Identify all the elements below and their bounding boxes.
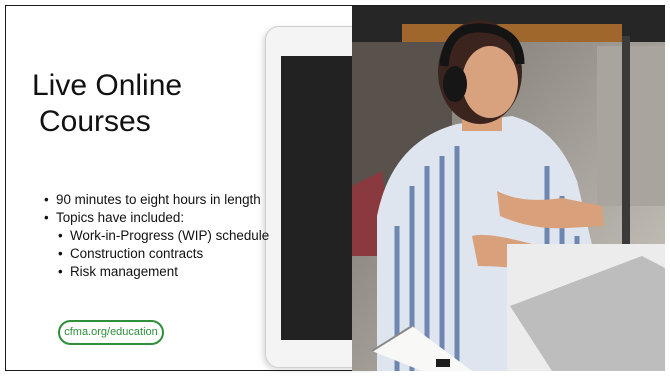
sub-bullet-item: • Work-in-Progress (WIP) schedule	[58, 228, 270, 243]
education-link-badge[interactable]: cfma.org/education	[58, 320, 164, 345]
sub-bullet-item: • Risk management	[58, 264, 178, 279]
bullet-item: • Topics have included:	[44, 210, 185, 225]
slide-title-line1: Live Online	[32, 69, 183, 102]
presentation-slide: Live Online Courses • 90 minutes to eight…	[0, 0, 670, 377]
bullet-list: • 90 minutes to eight hours in length • To…	[44, 191, 269, 281]
student-photo	[352, 6, 665, 371]
bullet-item: • 90 minutes to eight hours in length	[44, 192, 261, 207]
slide-title-line2: Courses	[39, 105, 151, 138]
sub-bullet-item: • Construction contracts	[58, 246, 204, 261]
woman-with-headphones-at-laptop-icon	[352, 6, 665, 371]
slide-title: Live Online Courses	[32, 68, 182, 140]
